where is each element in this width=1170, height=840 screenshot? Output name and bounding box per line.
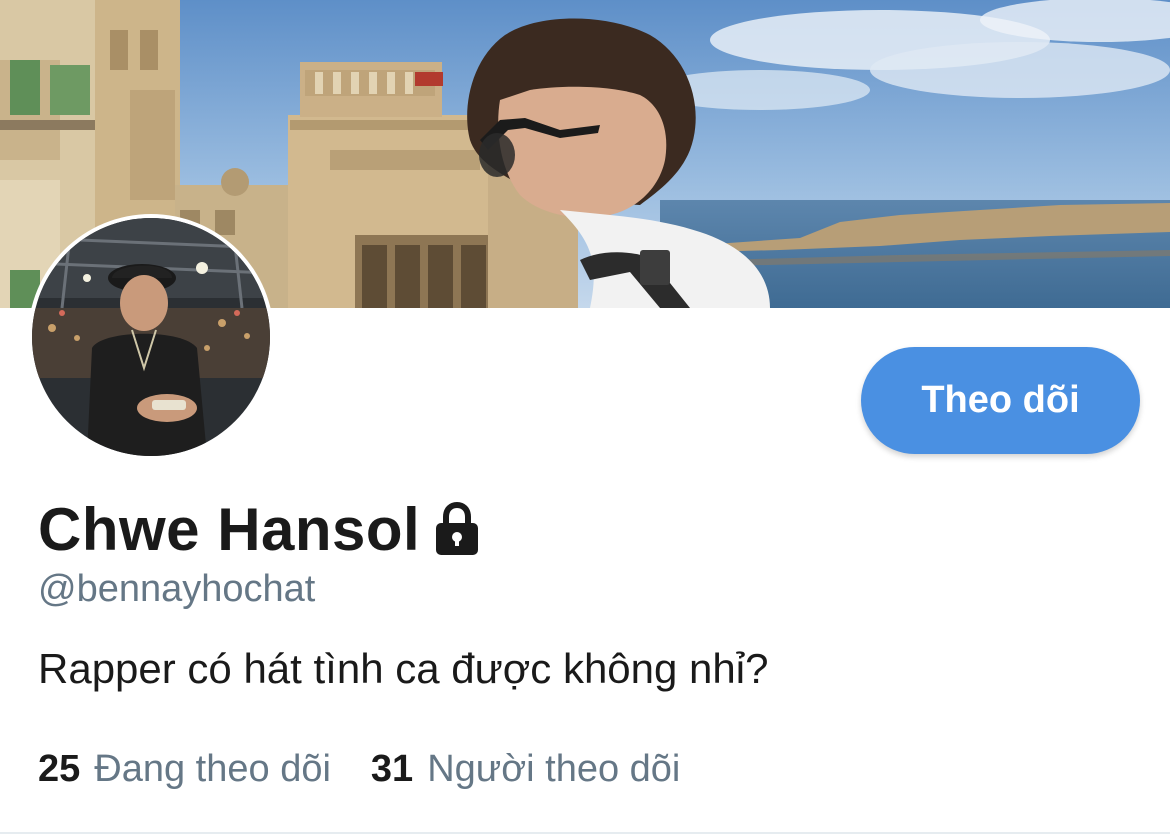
profile-stats: 25 Đang theo dõi 31 Người theo dõi xyxy=(38,748,720,791)
following-label: Đang theo dõi xyxy=(94,748,331,790)
lock-icon xyxy=(434,501,480,557)
followers-stat[interactable]: 31 Người theo dõi xyxy=(371,748,680,791)
following-stat[interactable]: 25 Đang theo dõi xyxy=(38,748,331,791)
profile-name-row: Chwe Hansol xyxy=(38,494,480,564)
following-count: 25 xyxy=(38,748,81,790)
profile-bio: Rapper có hát tình ca được không nhỉ? xyxy=(38,645,769,692)
divider xyxy=(0,832,1170,834)
profile-handle: @bennayhochat xyxy=(38,568,316,610)
followers-count: 31 xyxy=(370,748,414,790)
avatar-image xyxy=(32,218,270,456)
follow-button[interactable]: Theo dõi xyxy=(861,347,1140,454)
followers-label: Người theo dõi xyxy=(427,748,681,790)
avatar[interactable] xyxy=(28,214,274,460)
display-name: Chwe Hansol xyxy=(38,495,421,563)
